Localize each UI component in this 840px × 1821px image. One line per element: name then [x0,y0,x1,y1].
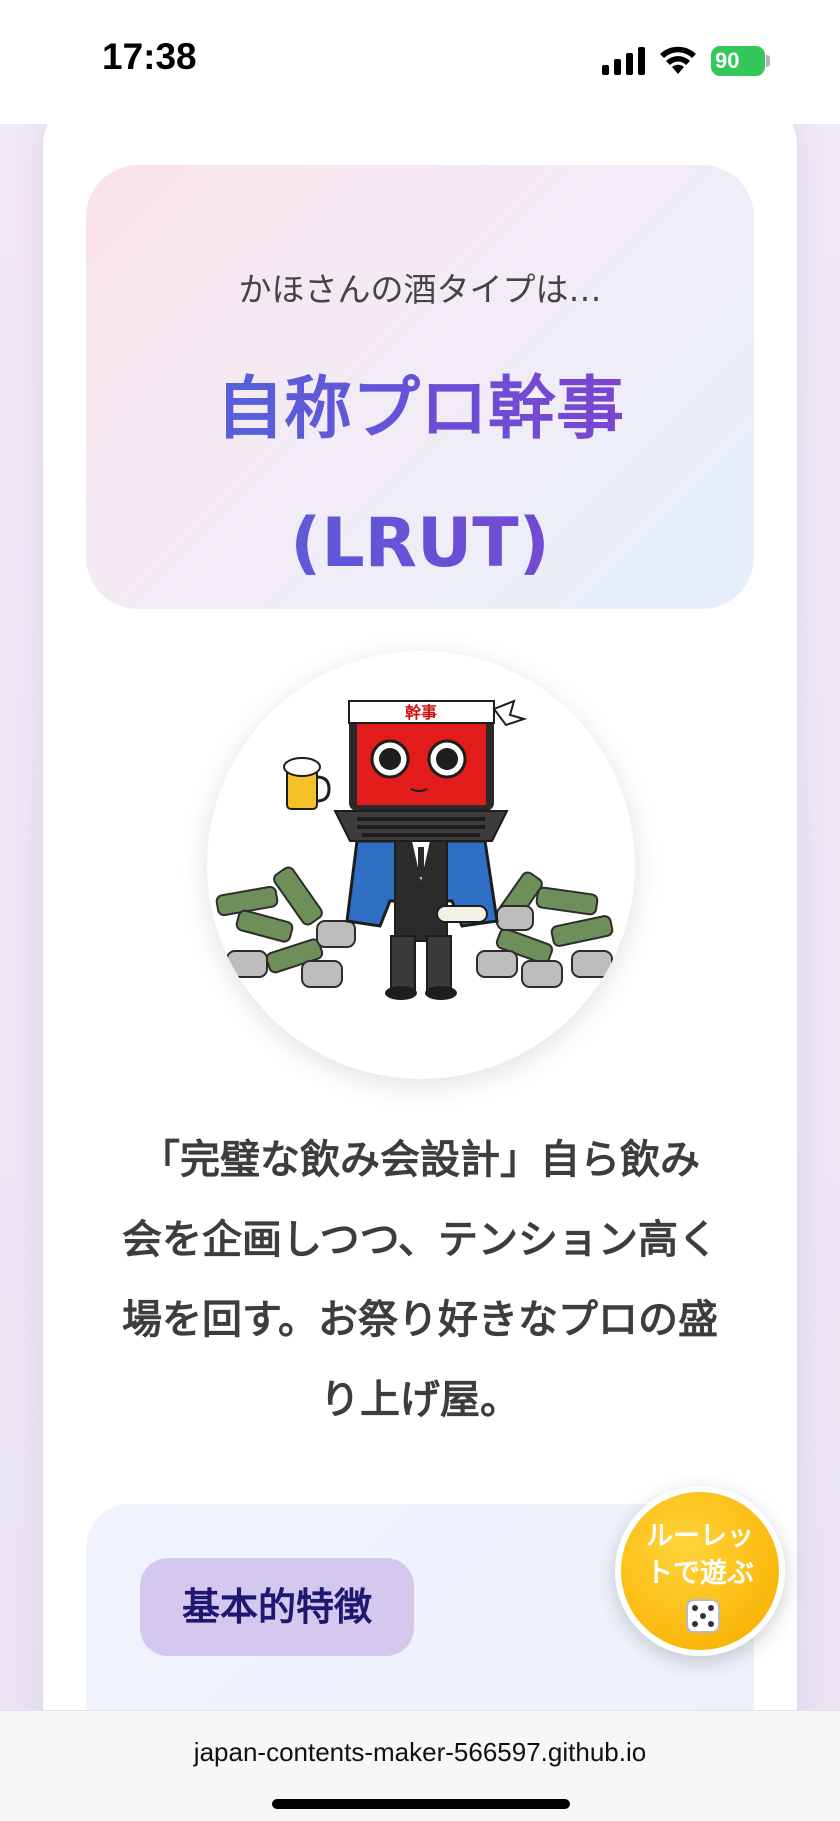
browser-url-bar[interactable]: japan-contents-maker-566597.github.io [0,1710,840,1821]
character-image: 幹事 [207,651,635,1079]
signal-icon [602,47,645,75]
roulette-button[interactable]: ルーレッ トで遊ぶ [615,1486,785,1656]
url-text[interactable]: japan-contents-maker-566597.github.io [0,1737,840,1768]
status-bar: 17:38 90 [0,0,840,124]
roulette-label-line1: ルーレッ [646,1521,754,1552]
wifi-icon [660,46,696,74]
features-heading: 基本的特徴 [140,1558,414,1656]
laptop-mascot-illustration: 幹事 [215,699,614,1000]
description-line: り上げ屋。 [320,1377,520,1423]
roulette-label-line2: トで遊ぶ [646,1558,754,1589]
result-hero: かほさんの酒タイプは… 自称プロ幹事 (LRUT) [86,165,754,609]
description-line: 会を企画しつつ、テンション高く [122,1217,718,1263]
battery-icon: 90 [711,46,765,76]
dice-icon [686,1599,720,1633]
home-indicator[interactable] [272,1799,570,1809]
headband-text: 幹事 [405,703,437,722]
result-title-line2: (LRUT) [290,504,550,583]
result-title-line1: 自称プロ幹事 [215,370,624,449]
result-intro: かほさんの酒タイプは… [238,270,602,309]
description-line: 場を回す。お祭り好きなプロの盛 [122,1297,718,1343]
battery-level: 90 [715,48,740,73]
roulette-button-label: ルーレッ トで遊ぶ [631,1518,769,1592]
type-description: 「完璧な飲み会設計」自ら飲み 会を企画しつつ、テンション高く 場を回す。お祭り好… [103,1120,737,1440]
battery-cap [766,55,770,67]
status-time: 17:38 [102,36,197,77]
result-title: 自称プロ幹事 (LRUT) [86,343,754,611]
description-line: 「完璧な飲み会設計」自ら飲み [140,1137,700,1183]
